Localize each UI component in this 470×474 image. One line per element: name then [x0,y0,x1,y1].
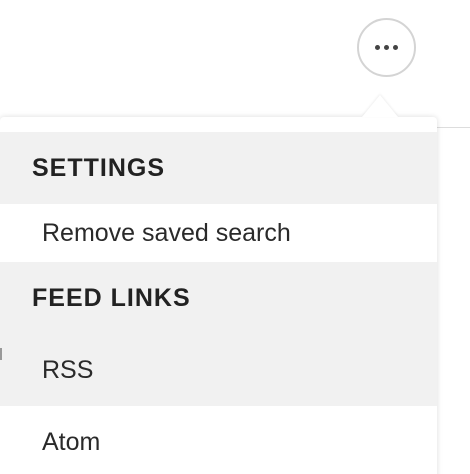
background-edge-mark [0,348,2,360]
more-options-button[interactable] [357,18,416,77]
remove-saved-search-item[interactable]: Remove saved search [0,204,437,262]
header-divider [437,127,470,128]
section-header-settings: SETTINGS [0,132,437,204]
more-horizontal-icon [375,45,398,50]
dropdown-caret [362,95,398,117]
section-header-feed-links: FEED LINKS [0,262,437,334]
atom-feed-item[interactable]: Atom [0,406,437,474]
options-dropdown-menu: SETTINGS Remove saved search FEED LINKS … [0,117,437,474]
page: SETTINGS Remove saved search FEED LINKS … [0,0,470,474]
rss-feed-item[interactable]: RSS [0,334,437,406]
